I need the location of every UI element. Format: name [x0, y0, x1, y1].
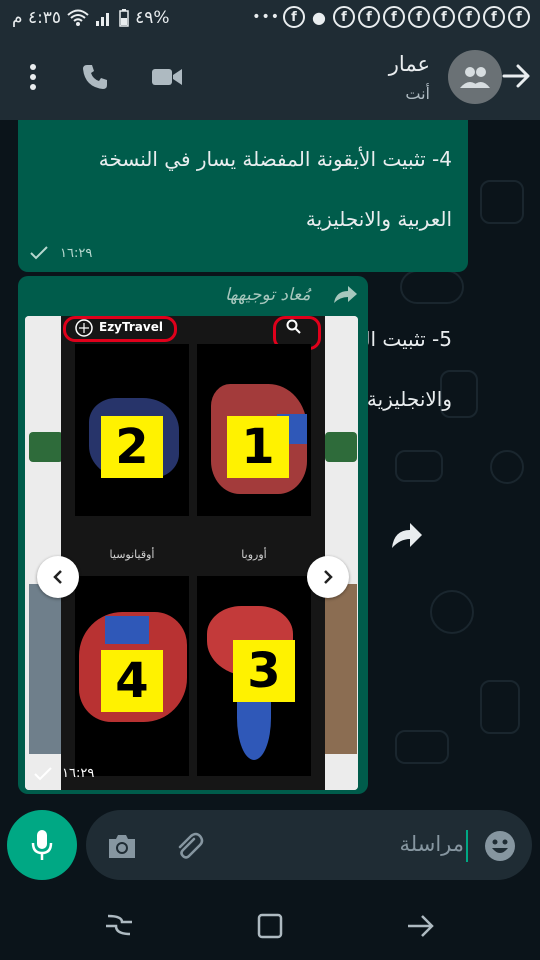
wifi-icon [67, 9, 89, 26]
forward-arrow-icon [334, 286, 357, 303]
continent-tile: 3 [197, 576, 311, 776]
signal-icon [96, 13, 110, 26]
group-avatar-icon [460, 67, 490, 88]
avatar[interactable] [448, 50, 502, 104]
app-name: EzyTravel [99, 320, 163, 334]
message-time: ١٦:٢٩ [62, 766, 95, 781]
single-check-icon [34, 767, 52, 781]
voice-record-button[interactable] [7, 810, 77, 880]
home-icon[interactable] [256, 912, 284, 940]
facebook-notification-icon: f [433, 6, 455, 28]
facebook-notification-icon: f [408, 6, 430, 28]
search-icon [286, 319, 301, 334]
tile-number-badge: 1 [227, 416, 289, 478]
camera-icon[interactable] [106, 832, 138, 860]
emoji-icon[interactable] [484, 830, 516, 862]
background-green-bar [325, 432, 357, 462]
tile-number-badge: 2 [101, 416, 163, 478]
text-cursor [466, 830, 468, 862]
message-input[interactable]: مراسلة [86, 810, 532, 880]
video-camera-icon [152, 69, 182, 85]
phone-icon [83, 65, 107, 89]
more-options-button[interactable] [16, 60, 50, 94]
continent-tile: 2 [75, 344, 189, 516]
background-photo [29, 584, 63, 754]
message-placeholder: مراسلة [399, 832, 464, 856]
background-photo [323, 584, 357, 754]
message-bubble[interactable]: 4- تثبيت الأيقونة المفضلة يسار في النسخة… [18, 120, 468, 411]
tile-label: أوقيانوسيا [109, 548, 155, 561]
app-logo-icon [75, 319, 93, 337]
continent-tile: 4 [75, 576, 189, 776]
chat-area[interactable]: 4- تثبيت الأيقونة المفضلة يسار في النسخة… [0, 120, 540, 810]
tile-number-badge: 3 [233, 640, 295, 702]
voice-call-button[interactable] [78, 60, 112, 94]
back-icon[interactable] [406, 912, 436, 940]
clock: ٤:٣٥ م [12, 8, 62, 28]
background-green-bar [29, 432, 63, 462]
back-arrow-icon[interactable] [500, 60, 532, 92]
status-bar: %٤٩ ٤:٣٥ م f f f f f f f f ● f ••• [0, 0, 540, 36]
phone-screenshot: EzyTravel 2 1 أوقيانوسيا أوروبا 4 3 [61, 316, 325, 790]
facebook-notification-icon: f [508, 6, 530, 28]
share-forward-icon[interactable] [388, 518, 424, 554]
forwarded-label: مُعاد توجيهها [225, 285, 311, 305]
shared-image[interactable]: EzyTravel 2 1 أوقيانوسيا أوروبا 4 3 [25, 316, 358, 790]
recent-apps-icon[interactable] [104, 912, 134, 940]
facebook-notification-icon: f [383, 6, 405, 28]
next-image-button[interactable] [307, 556, 349, 598]
tile-number-badge: 4 [101, 650, 163, 712]
map-shape [105, 616, 149, 644]
message-time: ١٦:٢٩ [60, 246, 93, 261]
notification-icons: f f f f f f f f ● f ••• [244, 6, 530, 28]
attachment-icon[interactable] [172, 830, 204, 862]
chevron-left-icon [53, 570, 62, 584]
chat-header: عمار أنت [0, 36, 540, 120]
contact-subtitle: أنت [405, 84, 430, 103]
contact-name[interactable]: عمار [389, 52, 430, 76]
continent-tile: 1 [197, 344, 311, 516]
single-check-icon [30, 246, 48, 260]
chevron-right-icon [324, 570, 333, 584]
facebook-notification-icon: f [483, 6, 505, 28]
status-left: %٤٩ ٤:٣٥ م [12, 8, 169, 28]
facebook-notification-icon: f [358, 6, 380, 28]
message-line: العربية والانجليزية [305, 207, 452, 231]
tile-label: أوروبا [241, 548, 267, 561]
previous-image-button[interactable] [37, 556, 79, 598]
facebook-notification-icon: f [283, 6, 305, 28]
more-notifications-icon: ••• [252, 9, 280, 25]
system-nav-bar [0, 892, 540, 960]
battery-percent: %٤٩ [135, 8, 170, 28]
video-call-button[interactable] [150, 60, 184, 94]
facebook-notification-icon: f [333, 6, 355, 28]
person-notification-icon: ● [312, 7, 326, 27]
microphone-icon [31, 830, 53, 860]
facebook-notification-icon: f [458, 6, 480, 28]
kebab-menu-icon [30, 64, 36, 90]
message-line: 4- تثبيت الأيقونة المفضلة يسار في النسخة [98, 147, 452, 171]
battery-icon [119, 9, 129, 27]
